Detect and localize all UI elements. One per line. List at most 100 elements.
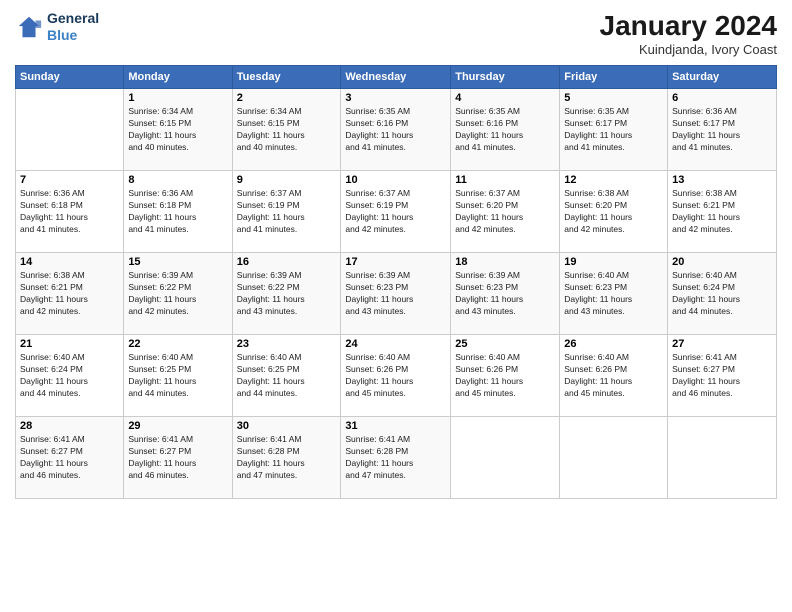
day-info: Sunrise: 6:38 AMSunset: 6:20 PMDaylight:…: [564, 188, 663, 236]
weekday-header-thursday: Thursday: [451, 66, 560, 89]
day-number: 12: [564, 174, 663, 186]
calendar-cell: 6Sunrise: 6:36 AMSunset: 6:17 PMDaylight…: [668, 89, 777, 171]
day-number: 26: [564, 338, 663, 350]
day-number: 27: [672, 338, 772, 350]
title-block: January 2024 Kuindjanda, Ivory Coast: [600, 10, 777, 57]
day-info: Sunrise: 6:38 AMSunset: 6:21 PMDaylight:…: [20, 270, 119, 318]
calendar-cell: 28Sunrise: 6:41 AMSunset: 6:27 PMDayligh…: [16, 417, 124, 499]
day-info: Sunrise: 6:40 AMSunset: 6:26 PMDaylight:…: [455, 352, 555, 400]
day-number: 30: [237, 420, 337, 432]
calendar-cell: 1 Sunrise: 6:34 AMSunset: 6:15 PMDaylight…: [124, 89, 232, 171]
day-number: 7: [20, 174, 119, 186]
day-info: Sunrise: 6:40 AMSunset: 6:25 PMDaylight:…: [128, 352, 227, 400]
calendar-cell: 26 Sunrise: 6:40 AMSunset: 6:26 PMDayligh…: [560, 335, 668, 417]
day-number: 3: [345, 92, 446, 104]
weekday-header-friday: Friday: [560, 66, 668, 89]
calendar-cell: 11Sunrise: 6:37 AMSunset: 6:20 PMDayligh…: [451, 171, 560, 253]
day-number: 10: [345, 174, 446, 186]
day-info: Sunrise: 6:41 AMSunset: 6:27 PMDaylight:…: [672, 352, 772, 400]
day-number: 15: [128, 256, 227, 268]
day-info: Sunrise: 6:40 AMSunset: 6:26 PMDaylight:…: [564, 352, 663, 400]
day-info: Sunrise: 6:39 AMSunset: 6:23 PMDaylight:…: [455, 270, 555, 318]
day-info: Sunrise: 6:34 AMSunset: 6:15 PMDaylight:…: [128, 106, 227, 154]
day-number: 4: [455, 92, 555, 104]
calendar-cell: 31 Sunrise: 6:41 AMSunset: 6:28 PMDayligh…: [341, 417, 451, 499]
calendar-cell: 17Sunrise: 6:39 AMSunset: 6:23 PMDayligh…: [341, 253, 451, 335]
header: General Blue January 2024 Kuindjanda, Iv…: [15, 10, 777, 57]
day-info: Sunrise: 6:40 AMSunset: 6:26 PMDaylight:…: [345, 352, 446, 400]
week-row-3: 14 Sunrise: 6:38 AMSunset: 6:21 PMDayligh…: [16, 253, 777, 335]
weekday-header-tuesday: Tuesday: [232, 66, 341, 89]
day-number: 20: [672, 256, 772, 268]
calendar-cell: 12 Sunrise: 6:38 AMSunset: 6:20 PMDayligh…: [560, 171, 668, 253]
day-number: 11: [455, 174, 555, 186]
location-subtitle: Kuindjanda, Ivory Coast: [600, 42, 777, 57]
calendar-cell: 30 Sunrise: 6:41 AMSunset: 6:28 PMDayligh…: [232, 417, 341, 499]
logo-icon: [15, 13, 43, 41]
day-number: 25: [455, 338, 555, 350]
day-number: 22: [128, 338, 227, 350]
day-number: 31: [345, 420, 446, 432]
day-info: Sunrise: 6:40 AMSunset: 6:25 PMDaylight:…: [237, 352, 337, 400]
calendar-cell: 19 Sunrise: 6:40 AMSunset: 6:23 PMDayligh…: [560, 253, 668, 335]
weekday-header-saturday: Saturday: [668, 66, 777, 89]
calendar-cell: 3 Sunrise: 6:35 AMSunset: 6:16 PMDaylight…: [341, 89, 451, 171]
day-info: Sunrise: 6:40 AMSunset: 6:23 PMDaylight:…: [564, 270, 663, 318]
calendar-cell: [16, 89, 124, 171]
week-row-5: 28Sunrise: 6:41 AMSunset: 6:27 PMDayligh…: [16, 417, 777, 499]
day-info: Sunrise: 6:36 AMSunset: 6:18 PMDaylight:…: [20, 188, 119, 236]
day-info: Sunrise: 6:41 AMSunset: 6:28 PMDaylight:…: [237, 434, 337, 482]
day-info: Sunrise: 6:35 AMSunset: 6:16 PMDaylight:…: [345, 106, 446, 154]
day-info: Sunrise: 6:39 AMSunset: 6:22 PMDaylight:…: [128, 270, 227, 318]
calendar-cell: 18 Sunrise: 6:39 AMSunset: 6:23 PMDayligh…: [451, 253, 560, 335]
calendar-cell: 15 Sunrise: 6:39 AMSunset: 6:22 PMDayligh…: [124, 253, 232, 335]
weekday-header-monday: Monday: [124, 66, 232, 89]
calendar-cell: 27 Sunrise: 6:41 AMSunset: 6:27 PMDayligh…: [668, 335, 777, 417]
calendar-cell: 4Sunrise: 6:35 AMSunset: 6:16 PMDaylight…: [451, 89, 560, 171]
day-info: Sunrise: 6:39 AMSunset: 6:22 PMDaylight:…: [237, 270, 337, 318]
calendar-cell: 22 Sunrise: 6:40 AMSunset: 6:25 PMDayligh…: [124, 335, 232, 417]
week-row-1: 1 Sunrise: 6:34 AMSunset: 6:15 PMDaylight…: [16, 89, 777, 171]
day-number: 29: [128, 420, 227, 432]
day-info: Sunrise: 6:35 AMSunset: 6:17 PMDaylight:…: [564, 106, 663, 154]
day-info: Sunrise: 6:37 AMSunset: 6:19 PMDaylight:…: [345, 188, 446, 236]
weekday-header-sunday: Sunday: [16, 66, 124, 89]
calendar-cell: 24Sunrise: 6:40 AMSunset: 6:26 PMDayligh…: [341, 335, 451, 417]
day-info: Sunrise: 6:41 AMSunset: 6:28 PMDaylight:…: [345, 434, 446, 482]
day-number: 14: [20, 256, 119, 268]
week-row-4: 21Sunrise: 6:40 AMSunset: 6:24 PMDayligh…: [16, 335, 777, 417]
day-number: 5: [564, 92, 663, 104]
week-row-2: 7 Sunrise: 6:36 AMSunset: 6:18 PMDaylight…: [16, 171, 777, 253]
day-number: 18: [455, 256, 555, 268]
calendar-cell: 23Sunrise: 6:40 AMSunset: 6:25 PMDayligh…: [232, 335, 341, 417]
calendar-cell: 8 Sunrise: 6:36 AMSunset: 6:18 PMDaylight…: [124, 171, 232, 253]
calendar-cell: 13 Sunrise: 6:38 AMSunset: 6:21 PMDayligh…: [668, 171, 777, 253]
day-number: 9: [237, 174, 337, 186]
day-number: 19: [564, 256, 663, 268]
calendar-cell: 10 Sunrise: 6:37 AMSunset: 6:19 PMDayligh…: [341, 171, 451, 253]
logo-text: General Blue: [47, 10, 99, 44]
month-title: January 2024: [600, 10, 777, 42]
day-number: 1: [128, 92, 227, 104]
calendar-cell: 25 Sunrise: 6:40 AMSunset: 6:26 PMDayligh…: [451, 335, 560, 417]
day-info: Sunrise: 6:36 AMSunset: 6:18 PMDaylight:…: [128, 188, 227, 236]
day-info: Sunrise: 6:38 AMSunset: 6:21 PMDaylight:…: [672, 188, 772, 236]
day-info: Sunrise: 6:40 AMSunset: 6:24 PMDaylight:…: [672, 270, 772, 318]
calendar-cell: [560, 417, 668, 499]
calendar-cell: 21Sunrise: 6:40 AMSunset: 6:24 PMDayligh…: [16, 335, 124, 417]
calendar-cell: 14 Sunrise: 6:38 AMSunset: 6:21 PMDayligh…: [16, 253, 124, 335]
day-number: 13: [672, 174, 772, 186]
weekday-header-row: SundayMondayTuesdayWednesdayThursdayFrid…: [16, 66, 777, 89]
day-info: Sunrise: 6:40 AMSunset: 6:24 PMDaylight:…: [20, 352, 119, 400]
day-info: Sunrise: 6:39 AMSunset: 6:23 PMDaylight:…: [345, 270, 446, 318]
calendar-page: General Blue January 2024 Kuindjanda, Iv…: [0, 0, 792, 612]
day-number: 2: [237, 92, 337, 104]
calendar-cell: 5 Sunrise: 6:35 AMSunset: 6:17 PMDaylight…: [560, 89, 668, 171]
calendar-cell: 7 Sunrise: 6:36 AMSunset: 6:18 PMDaylight…: [16, 171, 124, 253]
logo: General Blue: [15, 10, 99, 44]
day-info: Sunrise: 6:34 AMSunset: 6:15 PMDaylight:…: [237, 106, 337, 154]
calendar-cell: [668, 417, 777, 499]
day-info: Sunrise: 6:37 AMSunset: 6:19 PMDaylight:…: [237, 188, 337, 236]
weekday-header-wednesday: Wednesday: [341, 66, 451, 89]
day-number: 8: [128, 174, 227, 186]
